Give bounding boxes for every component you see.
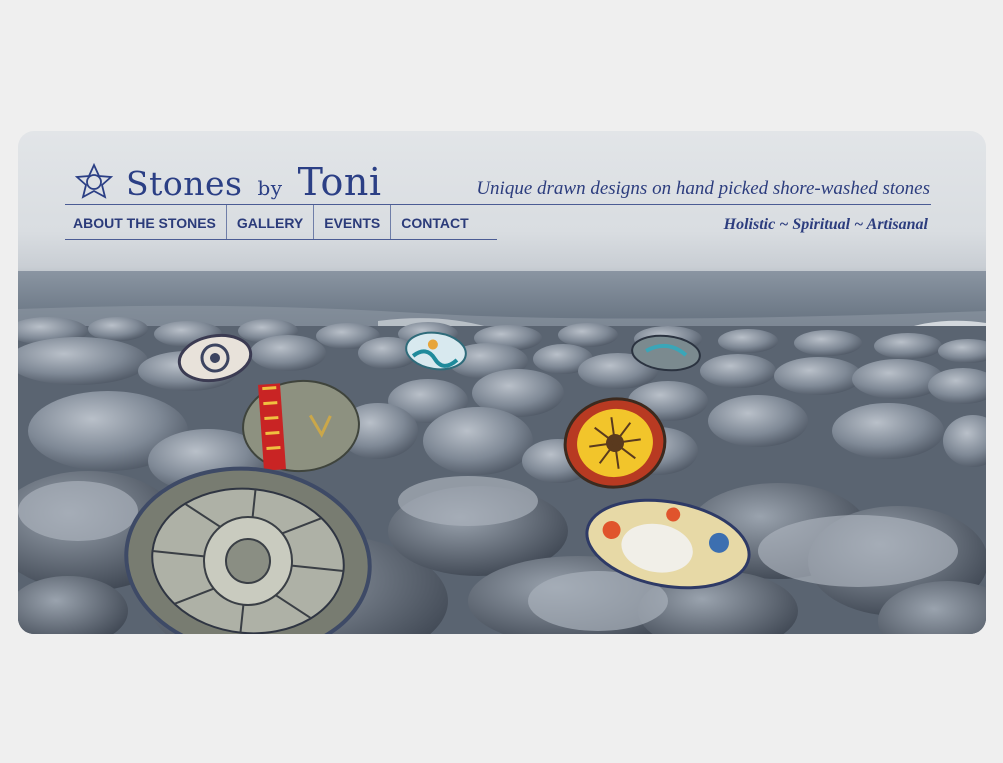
logo-word-toni: Toni bbox=[297, 160, 382, 204]
logo-word-by: by bbox=[257, 176, 283, 200]
main-nav: ABOUT THE STONES GALLERY EVENTS CONTACT bbox=[65, 205, 497, 240]
nav-events[interactable]: EVENTS bbox=[314, 205, 392, 239]
site-sub-tagline: Holistic ~ Spiritual ~ Artisanal bbox=[723, 216, 928, 233]
star-sun-icon bbox=[74, 162, 114, 199]
site-title: Stones by Toni bbox=[126, 160, 381, 204]
logo-word-stones: Stones bbox=[126, 164, 243, 203]
nav-about-the-stones[interactable]: ABOUT THE STONES bbox=[65, 205, 227, 239]
nav-gallery[interactable]: GALLERY bbox=[227, 205, 315, 239]
nav-contact[interactable]: CONTACT bbox=[391, 205, 496, 239]
hero-banner: Stones by Toni Unique drawn designs on h… bbox=[18, 131, 986, 634]
site-logo[interactable]: Stones by Toni bbox=[74, 159, 381, 205]
site-tagline: Unique drawn designs on hand picked shor… bbox=[476, 178, 930, 199]
